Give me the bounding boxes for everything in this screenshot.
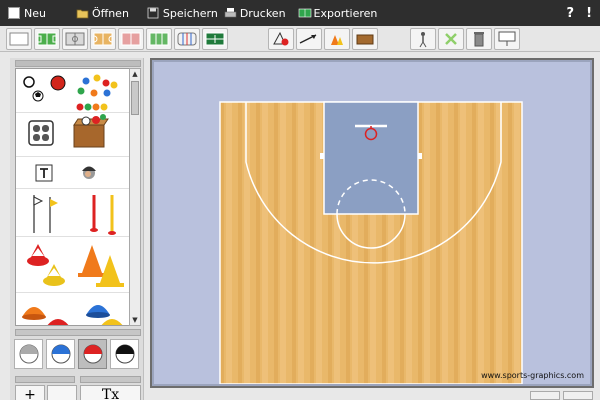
scroll-thumb[interactable] — [131, 81, 139, 115]
arrow-line-button[interactable] — [296, 28, 322, 50]
menu-open-label: Öffnen — [91, 6, 129, 20]
add-section-header — [15, 376, 75, 383]
scroll-down-icon[interactable]: ▼ — [130, 315, 140, 325]
style-grey-button[interactable] — [14, 339, 43, 369]
palette-row-cones — [16, 237, 132, 293]
drawing-canvas[interactable]: www.sports-graphics.com — [154, 62, 590, 385]
menu-new-label: Neu — [24, 6, 46, 20]
menu-save[interactable]: Speichern — [147, 0, 218, 26]
scroll-up-icon[interactable]: ▲ — [130, 69, 140, 79]
grey-marker-icon — [19, 344, 38, 364]
handball-court-icon — [121, 32, 141, 46]
palette-row-balls — [16, 69, 132, 113]
futsal-field-icon — [65, 32, 85, 46]
save-disk-icon — [147, 7, 159, 19]
handball-court-button[interactable] — [118, 28, 144, 50]
tennis-court-icon — [205, 32, 225, 46]
black-marker-icon — [115, 344, 134, 364]
toolbar — [0, 26, 600, 52]
add-object-button[interactable]: + — [15, 385, 45, 400]
alert-button[interactable]: ! — [586, 6, 592, 21]
palette-row-equipment — [16, 113, 132, 157]
court-blank-button[interactable] — [6, 28, 32, 50]
soccer-field-icon — [37, 32, 57, 46]
presentation-board-icon — [498, 31, 516, 46]
board-button[interactable] — [494, 28, 520, 50]
soccer-field-button[interactable] — [34, 28, 60, 50]
basketball-half-court — [219, 101, 523, 385]
text-tool-button[interactable]: Tx — [80, 385, 141, 400]
menu-new[interactable]: Neu — [8, 0, 46, 26]
flags-poles-icons — [33, 195, 116, 235]
field-hockey-button[interactable] — [146, 28, 172, 50]
menu-bar: Neu Öffnen Speichern Drucken Exportieren — [0, 0, 600, 26]
app-window: Neu Öffnen Speichern Drucken Exportieren — [0, 0, 600, 400]
blank-field-icon — [9, 32, 29, 46]
hockey-field-icon — [149, 32, 169, 46]
draw-shapes-icon — [273, 31, 289, 46]
palette-row-discs — [16, 293, 132, 325]
text-and-player-icons — [35, 164, 96, 182]
key-area — [323, 101, 419, 215]
balls-icons — [23, 74, 118, 111]
drawing-canvas-frame: www.sports-graphics.com — [150, 58, 594, 388]
lane-block-right — [418, 153, 422, 159]
menu-right-group: ? ! — [567, 0, 592, 26]
marker-discs-icons — [22, 305, 123, 325]
style-black-button[interactable] — [110, 339, 139, 369]
tennis-court-button[interactable] — [202, 28, 228, 50]
arrow-line-icon — [299, 34, 317, 44]
draw-tool-button[interactable] — [268, 28, 294, 50]
watermark-text: www.sports-graphics.com — [481, 371, 584, 380]
status-box-left — [530, 391, 560, 400]
style-section-header — [15, 329, 141, 336]
basketball-court-icon — [93, 32, 113, 46]
close-x-icon — [445, 33, 457, 45]
palette-scrollbar[interactable]: ▲ ▼ — [129, 68, 141, 326]
box-icon — [356, 34, 374, 45]
menu-print-label: Drucken — [239, 6, 286, 20]
new-document-icon — [8, 7, 20, 19]
menu-export-label: Exportieren — [313, 6, 378, 20]
equipment-button[interactable] — [352, 28, 378, 50]
menu-save-label: Speichern — [162, 6, 218, 20]
style-blue-button[interactable] — [46, 339, 75, 369]
export-icon — [298, 7, 311, 19]
lane-block-left — [320, 153, 324, 159]
palette-item-list — [15, 68, 139, 326]
cones-icon — [331, 35, 343, 45]
equipment-icons — [28, 114, 109, 148]
text-section-header — [80, 376, 141, 383]
futsal-field-button[interactable] — [62, 28, 88, 50]
empty-button[interactable] — [47, 385, 77, 400]
cones-icons — [27, 244, 124, 287]
palette-header — [15, 60, 141, 67]
red-marker-icon — [83, 344, 102, 364]
menu-export[interactable]: Exportieren — [298, 0, 378, 26]
object-palette: ▲ ▼ + Tx — [10, 58, 144, 400]
add-label: + — [24, 387, 36, 400]
trash-button[interactable] — [466, 28, 492, 50]
delete-button[interactable] — [438, 28, 464, 50]
menu-print[interactable]: Drucken — [224, 0, 286, 26]
help-button[interactable]: ? — [567, 6, 575, 21]
basketball-court-button[interactable] — [90, 28, 116, 50]
status-box-right — [563, 391, 593, 400]
player-figure-icon — [419, 32, 427, 48]
printer-icon — [224, 7, 237, 19]
palette-row-text — [16, 157, 132, 189]
players-button[interactable] — [410, 28, 436, 50]
menu-open[interactable]: Öffnen — [76, 0, 129, 26]
open-folder-icon — [76, 7, 89, 19]
cones-button[interactable] — [324, 28, 350, 50]
trash-icon — [474, 32, 484, 47]
style-red-button[interactable] — [78, 339, 107, 369]
palette-row-flags — [16, 189, 132, 237]
ice-rink-icon — [177, 32, 197, 46]
blue-marker-icon — [51, 344, 70, 364]
text-tool-label: Tx — [101, 387, 120, 400]
ice-hockey-button[interactable] — [174, 28, 200, 50]
